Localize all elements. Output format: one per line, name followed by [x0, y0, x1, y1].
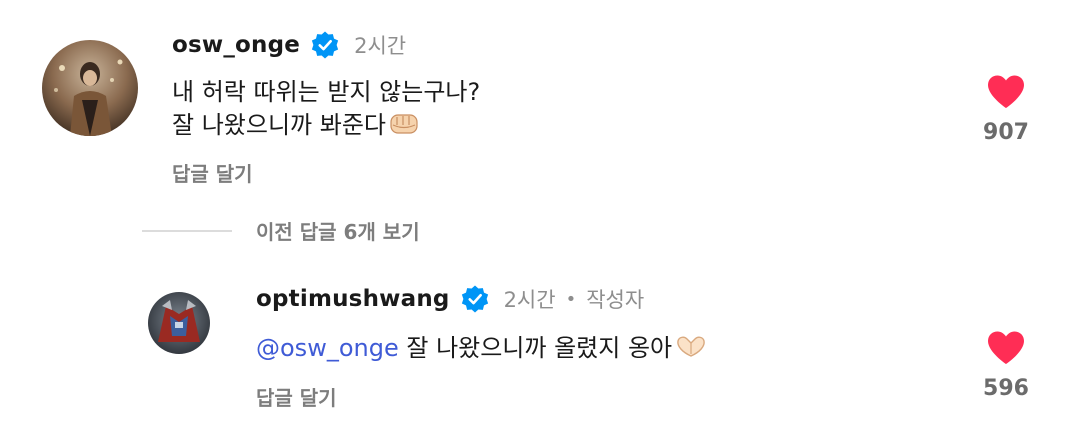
comment-text-line-2-wrap: 잘 나왔으니까 봐준다 — [172, 109, 480, 142]
heart-icon[interactable] — [986, 74, 1026, 110]
username[interactable]: optimushwang — [256, 286, 450, 312]
comment-text-line-2: 잘 나왔으니까 봐준다 — [172, 111, 386, 139]
heart-icon[interactable] — [986, 330, 1026, 366]
avatar-photo — [148, 292, 210, 354]
reply-button[interactable]: 답글 달기 — [256, 382, 337, 411]
verified-badge-icon — [311, 31, 339, 59]
author-tag: 작성자 — [586, 288, 645, 312]
heart-hands-emoji-icon — [677, 336, 705, 357]
separator-dot: • — [565, 288, 577, 310]
like-block: 907 — [976, 74, 1036, 145]
username[interactable]: osw_onge — [172, 32, 300, 58]
fist-emoji-icon — [390, 114, 418, 134]
verified-badge-icon — [461, 285, 488, 313]
comment-time: 2시간 — [354, 34, 407, 58]
avatar[interactable] — [148, 292, 210, 354]
comment-body: 잘 나왔으니까 올렸지 옹아 — [406, 334, 673, 362]
like-block: 596 — [976, 330, 1036, 401]
comment-time: 2시간 — [503, 288, 556, 312]
mention-link[interactable]: @osw_onge — [256, 334, 399, 362]
comment-text: 내 허락 따위는 받지 않는구나? 잘 나왔으니까 봐준다 — [172, 76, 480, 142]
avatar-photo — [42, 40, 138, 136]
reply-button[interactable]: 답글 달기 — [172, 158, 253, 187]
comment-header: optimushwang 2시간 • 작성자 — [256, 284, 644, 314]
avatar[interactable] — [42, 40, 138, 136]
view-previous-replies-label: 이전 답글 6개 보기 — [256, 220, 420, 244]
comment-text: @osw_onge 잘 나왔으니까 올렸지 옹아 — [256, 332, 708, 365]
view-previous-replies[interactable]: 이전 답글 6개 보기 — [142, 216, 420, 245]
like-count: 596 — [983, 376, 1029, 401]
like-count: 907 — [983, 120, 1029, 145]
comment-text-line-1: 내 허락 따위는 받지 않는구나? — [172, 78, 481, 106]
divider-line — [142, 229, 232, 232]
comment-header: osw_onge 2시간 — [172, 30, 406, 60]
